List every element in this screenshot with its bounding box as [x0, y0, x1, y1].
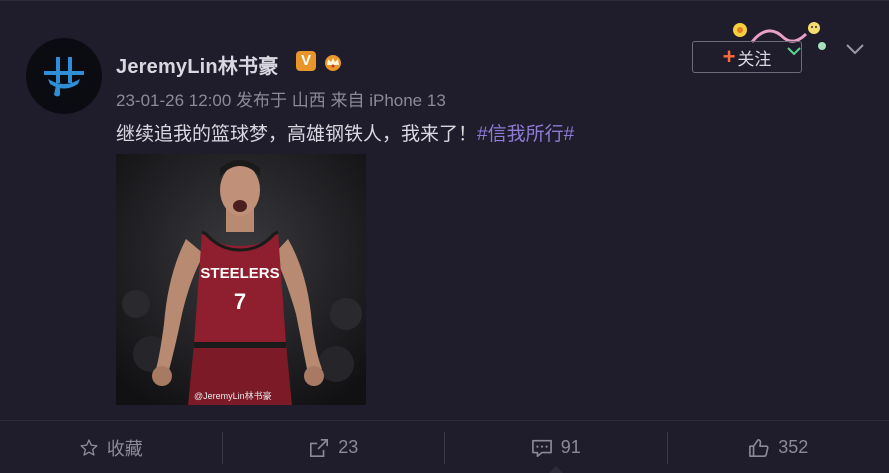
avatar[interactable]	[26, 38, 102, 114]
jersey-number: 7	[234, 289, 246, 314]
follow-plus-icon: +	[722, 44, 736, 69]
star-icon	[80, 438, 98, 456]
comment-icon	[531, 439, 552, 457]
verified-badge: V	[296, 51, 316, 71]
weibo-post-card: JeremyLin林书豪 V 23-01-26 12:00 发布于 山西 来自 …	[0, 0, 889, 473]
username[interactable]: JeremyLin林书豪	[116, 50, 278, 79]
repost-count: 23	[338, 437, 359, 457]
hashtag-link[interactable]: #信我所行#	[477, 124, 574, 145]
repost-button[interactable]: 23	[223, 421, 445, 473]
post-actions-bar: 收藏 23 91 352	[0, 421, 889, 473]
post-text: 继续追我的篮球梦，高雄钢铁人，我来了！#信我所行#	[116, 119, 574, 146]
comment-button[interactable]: 91	[445, 421, 667, 473]
comment-active-indicator	[547, 466, 564, 473]
favorite-button[interactable]: 收藏	[0, 421, 222, 473]
follow-label: 关注	[737, 49, 772, 69]
favorite-label: 收藏	[106, 438, 143, 459]
user-badges: V	[296, 51, 346, 73]
repost-icon	[310, 438, 329, 457]
post-photo[interactable]: STEELERS 7 @JeremyLin林书豪	[116, 154, 366, 405]
crown-icon	[320, 51, 346, 73]
photo-watermark: @JeremyLin林书豪	[194, 391, 272, 401]
follow-button[interactable]: + 关注	[692, 41, 802, 73]
post-meta: 23-01-26 12:00 发布于 山西 来自 iPhone 13	[116, 91, 446, 110]
post-body: 继续追我的篮球梦，高雄钢铁人，我来了！	[116, 124, 478, 145]
avatar-logo-icon	[44, 57, 84, 97]
comment-count: 91	[560, 437, 581, 457]
like-button[interactable]: 352	[668, 421, 889, 473]
player-photo-illustration: STEELERS 7	[116, 154, 366, 405]
jersey-text: STEELERS	[200, 265, 279, 282]
chevron-down-icon[interactable]	[843, 39, 867, 59]
thumbs-up-icon	[749, 438, 769, 457]
like-count: 352	[778, 437, 809, 457]
